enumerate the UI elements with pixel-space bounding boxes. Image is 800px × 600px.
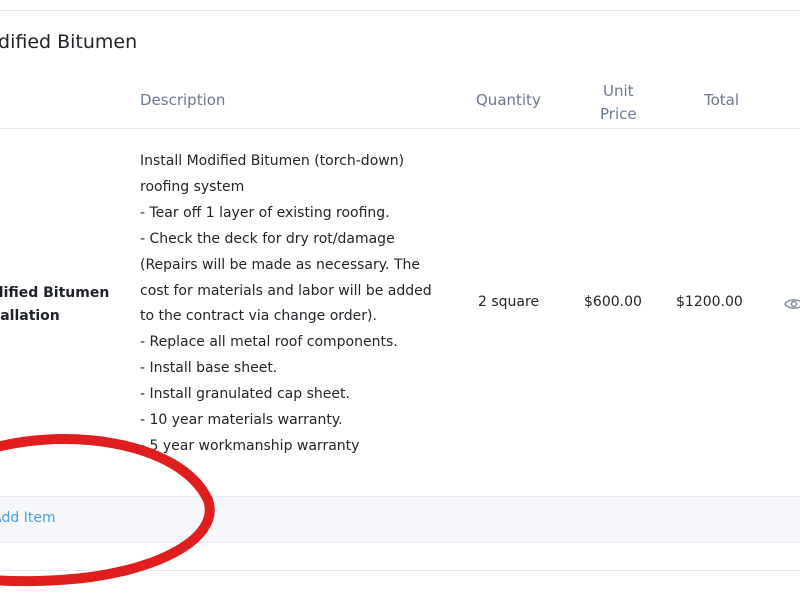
description-line: - Replace all metal roof components. <box>140 334 398 351</box>
item-unit-price: $600.00 <box>584 294 642 310</box>
item-description: Install Modified Bitumen (torch-down) ro… <box>140 149 440 460</box>
header-divider <box>0 128 800 129</box>
description-line: cost for materials and labor will be add… <box>140 282 432 299</box>
section-title: Modified Bitumen <box>0 31 138 53</box>
item-quantity: 2 square <box>478 294 540 310</box>
column-header-unit-price-line1: Unit <box>603 82 634 100</box>
description-line: - Install base sheet. <box>140 360 278 377</box>
top-divider <box>0 10 800 11</box>
column-header-unit-price: Unit Price <box>600 80 637 126</box>
column-header-unit-price-line2: Price <box>600 105 637 123</box>
column-header-quantity: Quantity <box>476 91 541 109</box>
description-line: - Install granulated cap sheet. <box>140 386 350 403</box>
description-line: roofing system <box>140 178 245 195</box>
line-items-page: Modified Bitumen Description Quantity Un… <box>0 0 800 600</box>
bottom-divider <box>0 570 800 571</box>
description-line: - Check the deck for dry rot/damage <box>140 230 395 247</box>
item-name-line2: Installation <box>0 308 60 324</box>
item-total: $1200.00 <box>676 294 743 310</box>
column-header-total: Total <box>704 91 740 109</box>
item-name: Modified Bitumen Installation <box>0 282 109 328</box>
item-name-line1: Modified Bitumen <box>0 285 110 301</box>
description-line: - Tear off 1 layer of existing roofing. <box>140 204 390 221</box>
description-line: Install Modified Bitumen (torch-down) <box>140 153 405 169</box>
description-line: to the contract via change order). <box>140 308 377 325</box>
description-line: - 10 year materials warranty. <box>140 412 343 429</box>
eye-icon[interactable] <box>784 296 800 312</box>
add-item-row: + Add Item <box>0 496 800 543</box>
description-line: (Repairs will be made as necessary. The <box>140 256 420 273</box>
add-item-button[interactable]: + Add Item <box>0 510 56 526</box>
column-header-description: Description <box>140 91 226 109</box>
description-line: - 5 year workmanship warranty <box>140 437 360 454</box>
